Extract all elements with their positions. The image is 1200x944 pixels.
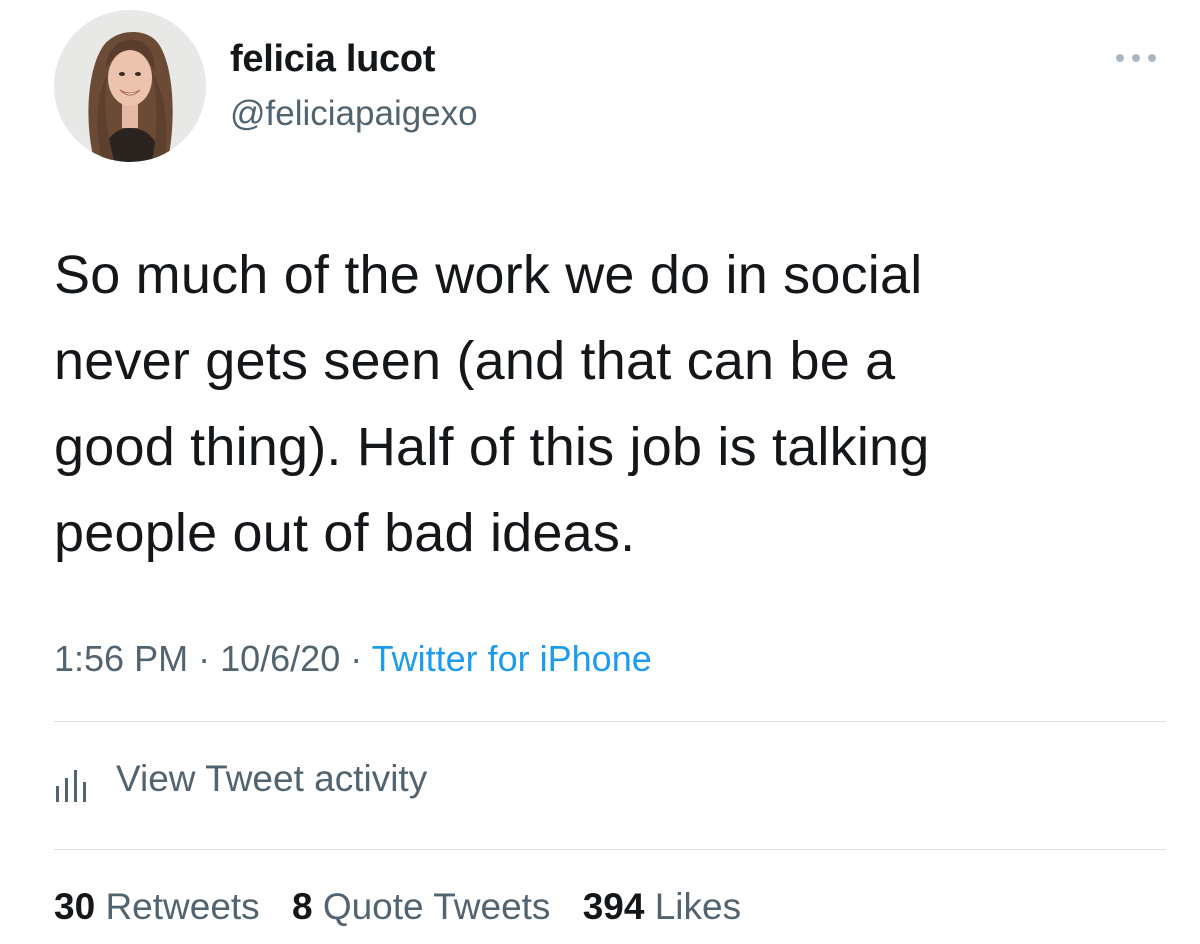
tweet-time[interactable]: 1:56 PM: [54, 638, 188, 679]
quote-tweets-label: Quote Tweets: [322, 886, 551, 927]
tweet-meta: 1:56 PM · 10/6/20 · Twitter for iPhone: [54, 638, 652, 680]
tweet-text-line: good thing). Half of this job is talking: [54, 417, 930, 477]
dot: [1148, 54, 1156, 62]
dot: [1116, 54, 1124, 62]
retweets-stat[interactable]: 30 Retweets: [54, 886, 260, 928]
tweet-text-line: people out of bad ideas.: [54, 503, 636, 563]
likes-stat[interactable]: 394 Likes: [583, 886, 741, 928]
avatar[interactable]: [54, 10, 206, 162]
quote-tweets-stat[interactable]: 8 Quote Tweets: [292, 886, 550, 928]
meta-separator: ·: [198, 638, 211, 679]
divider: [54, 849, 1166, 850]
retweets-label: Retweets: [105, 886, 260, 927]
author-display-name[interactable]: felicia lucot: [230, 38, 435, 81]
tweet-text-line: So much of the work we do in social: [54, 245, 923, 305]
tweet-text: So much of the work we do in social neve…: [54, 232, 1154, 576]
tweet-date[interactable]: 10/6/20: [220, 638, 340, 679]
likes-count: 394: [582, 886, 645, 927]
tweet-text-line: never gets seen (and that can be a: [54, 331, 896, 391]
tweet-stats: 30 Retweets 8 Quote Tweets 394 Likes: [54, 886, 763, 928]
avatar-photo: [54, 10, 206, 162]
likes-label: Likes: [654, 886, 742, 927]
meta-separator: ·: [350, 638, 363, 679]
divider: [54, 721, 1166, 722]
retweets-count: 30: [54, 886, 96, 927]
author-handle[interactable]: @feliciapaigexo: [230, 94, 478, 134]
tweet-card: felicia lucot @feliciapaigexo So much of…: [0, 0, 1200, 944]
view-tweet-activity-label: View Tweet activity: [116, 758, 428, 799]
bar-chart-icon: [54, 764, 94, 804]
tweet-source-link[interactable]: Twitter for iPhone: [372, 638, 652, 679]
ellipsis-icon[interactable]: [1112, 42, 1168, 72]
quote-tweets-count: 8: [291, 886, 313, 927]
dot: [1132, 54, 1140, 62]
